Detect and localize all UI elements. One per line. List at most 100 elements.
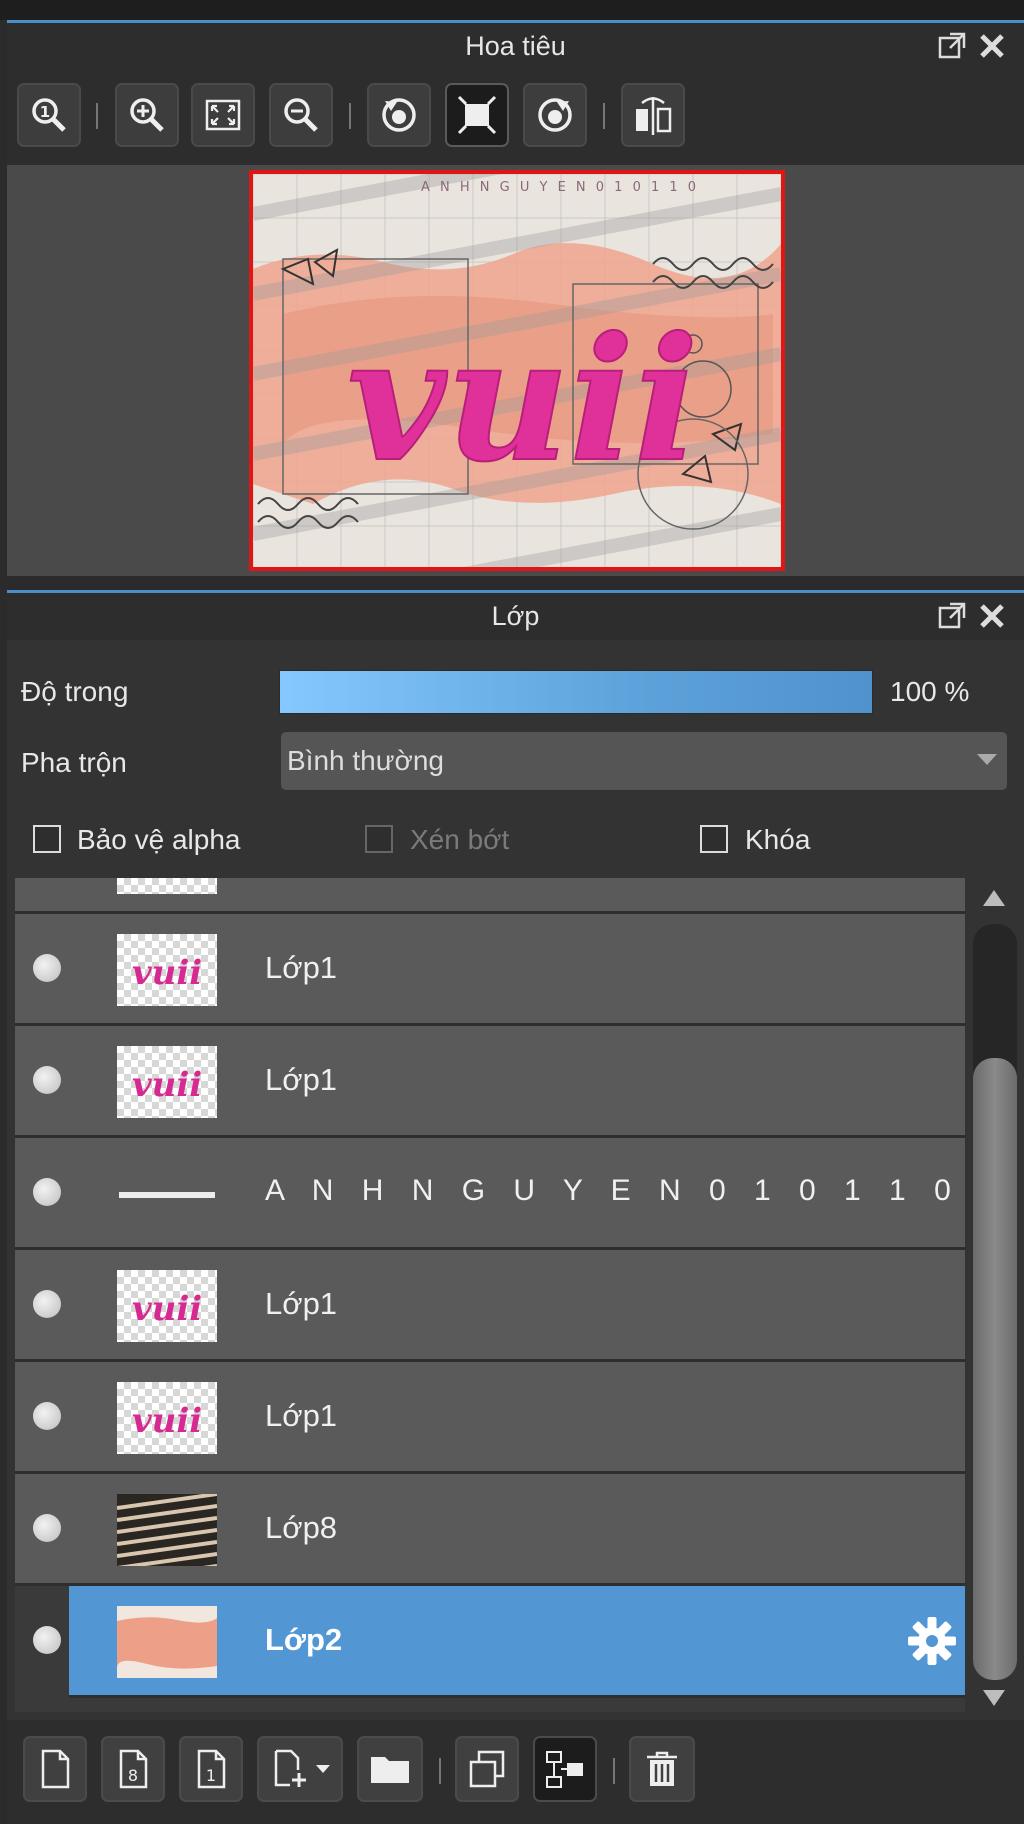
visibility-toggle[interactable] xyxy=(33,1402,61,1430)
svg-text:vuii: vuii xyxy=(132,1401,202,1441)
layer-thumbnail: vuii xyxy=(117,934,217,1006)
layer-row-selected[interactable]: Lớp2 xyxy=(33,1586,965,1698)
svg-text:1: 1 xyxy=(206,1766,216,1785)
layers-header: Lớp xyxy=(7,590,1024,640)
opacity-label: Độ trong xyxy=(21,676,129,707)
visibility-toggle[interactable] xyxy=(33,1514,61,1542)
visibility-toggle[interactable] xyxy=(33,954,61,982)
delete-layer-button[interactable] xyxy=(629,1736,695,1802)
scroll-down-icon[interactable] xyxy=(983,1690,1005,1706)
new-1bit-layer-button[interactable]: 1 xyxy=(179,1736,243,1802)
layer-name: Lớp8 xyxy=(265,1510,338,1545)
zoom-out-icon xyxy=(284,98,318,132)
layer-thumbnail xyxy=(117,1606,217,1678)
navigator-view[interactable]: A N H N G U Y E N 0 1 0 1 1 0 vuii xyxy=(7,165,1024,576)
layer-thumbnail xyxy=(117,1158,217,1230)
clipping-label: Xén bớt xyxy=(410,824,510,855)
layer-row[interactable]: vuii Lớp1 xyxy=(15,1026,965,1138)
new-layer-button[interactable] xyxy=(23,1736,87,1802)
gear-icon[interactable] xyxy=(905,1614,959,1668)
toolbar-separator xyxy=(96,103,98,129)
rotate-left-button[interactable] xyxy=(367,83,431,147)
opacity-value: 100 % xyxy=(890,676,970,707)
layer-scrollbar[interactable] xyxy=(965,878,1024,1716)
chevron-down-icon xyxy=(977,754,997,765)
layer-row[interactable]: vuii Lớp1 xyxy=(15,1362,965,1474)
protect-alpha-label: Bảo vệ alpha xyxy=(77,824,241,855)
chevron-down-icon xyxy=(316,1765,330,1773)
duplicate-icon xyxy=(469,1750,505,1788)
close-icon[interactable] xyxy=(977,31,1007,61)
fit-to-window-icon xyxy=(205,99,241,131)
navigator-header: Hoa tiêu xyxy=(7,20,1024,70)
visibility-toggle[interactable] xyxy=(33,1626,61,1654)
lock-checkbox[interactable] xyxy=(700,825,728,853)
visibility-toggle[interactable] xyxy=(33,1178,61,1206)
merge-down-icon xyxy=(546,1751,583,1788)
blend-mode-value: Bình thường xyxy=(287,745,444,776)
flip-horizontal-button[interactable] xyxy=(621,83,685,147)
layer-row[interactable]: vuii Lớp1 xyxy=(15,1250,965,1362)
new-1bit-layer-icon: 1 xyxy=(197,1749,226,1789)
opacity-slider[interactable] xyxy=(279,670,873,714)
fit-to-window-button[interactable] xyxy=(191,83,255,147)
scrollbar-thumb[interactable] xyxy=(973,1058,1017,1680)
layer-name: A N H N G U Y E N 0 1 0 1 1 0 xyxy=(265,1174,961,1207)
zoom-actual-icon: 1 xyxy=(32,98,66,132)
layer-row[interactable]: A N H N G U Y E N 0 1 0 1 1 0 xyxy=(15,1138,965,1250)
zoom-out-button[interactable] xyxy=(269,83,333,147)
new-8bit-layer-button[interactable]: 8 xyxy=(101,1736,165,1802)
svg-text:vuii: vuii xyxy=(132,953,202,993)
layers-panel: Lớp Độ trong 100 % Pha trộn Bình thường … xyxy=(7,590,1024,1824)
merge-down-button[interactable] xyxy=(533,1736,597,1802)
layer-thumbnail xyxy=(117,878,217,894)
rotate-left-icon xyxy=(382,98,416,132)
layer-row[interactable]: vuii Lớp1 xyxy=(15,914,965,1026)
toolbar-separator xyxy=(439,1758,441,1784)
preview-small-text: A N H N G U Y E N 0 1 0 1 1 0 xyxy=(421,180,699,195)
layer-thumbnail: vuii xyxy=(117,1046,217,1118)
layer-row[interactable]: Lớp8 xyxy=(15,1474,965,1586)
close-icon[interactable] xyxy=(977,601,1007,631)
new-folder-button[interactable] xyxy=(357,1736,423,1802)
layer-name: Lớp1 xyxy=(265,1398,338,1433)
zoom-in-icon xyxy=(130,98,164,132)
navigator-toolbar: 1 xyxy=(7,70,1024,165)
rotate-right-button[interactable] xyxy=(523,83,587,147)
svg-text:vuii: vuii xyxy=(132,1065,202,1105)
layer-list[interactable]: vuii Lớp1 vuii Lớp1 A N H N G U Y E N 0 … xyxy=(15,878,965,1712)
layer-name: Lớp1 xyxy=(265,1062,338,1097)
canvas-preview: A N H N G U Y E N 0 1 0 1 1 0 vuii xyxy=(253,174,781,567)
preview-lettering: vuii xyxy=(347,300,699,500)
svg-text:vuii: vuii xyxy=(132,1289,202,1329)
popout-icon[interactable] xyxy=(937,601,967,631)
navigator-canvas-frame[interactable]: A N H N G U Y E N 0 1 0 1 1 0 vuii xyxy=(249,170,785,571)
fit-canvas-button[interactable] xyxy=(445,83,509,147)
blend-mode-select[interactable]: Bình thường xyxy=(281,732,1007,790)
duplicate-layer-button[interactable] xyxy=(455,1736,519,1802)
visibility-toggle[interactable] xyxy=(33,1066,61,1094)
clipping-checkbox[interactable] xyxy=(365,825,393,853)
layer-thumbnail: vuii xyxy=(117,1382,217,1454)
layer-row-partial[interactable] xyxy=(15,878,965,914)
popout-icon[interactable] xyxy=(937,31,967,61)
lock-label: Khóa xyxy=(745,824,811,855)
scroll-up-icon[interactable] xyxy=(983,890,1005,906)
flip-horizontal-icon xyxy=(636,97,672,135)
layers-title: Lớp xyxy=(491,601,540,631)
layer-thumbnail xyxy=(117,1494,217,1566)
fit-canvas-icon xyxy=(457,95,497,135)
svg-text:1: 1 xyxy=(40,103,50,121)
layer-name: Lớp1 xyxy=(265,950,338,985)
zoom-actual-button[interactable]: 1 xyxy=(17,83,81,147)
add-layer-menu-button[interactable] xyxy=(257,1736,343,1802)
rotate-right-icon xyxy=(538,98,572,132)
layer-name: Lớp2 xyxy=(265,1622,343,1657)
visibility-toggle[interactable] xyxy=(33,1290,61,1318)
layer-toolbar: 8 1 xyxy=(7,1720,1024,1824)
zoom-in-button[interactable] xyxy=(115,83,179,147)
protect-alpha-checkbox[interactable] xyxy=(33,825,61,853)
folder-icon xyxy=(371,1757,409,1783)
toolbar-separator xyxy=(349,103,351,129)
svg-text:8: 8 xyxy=(128,1766,138,1785)
